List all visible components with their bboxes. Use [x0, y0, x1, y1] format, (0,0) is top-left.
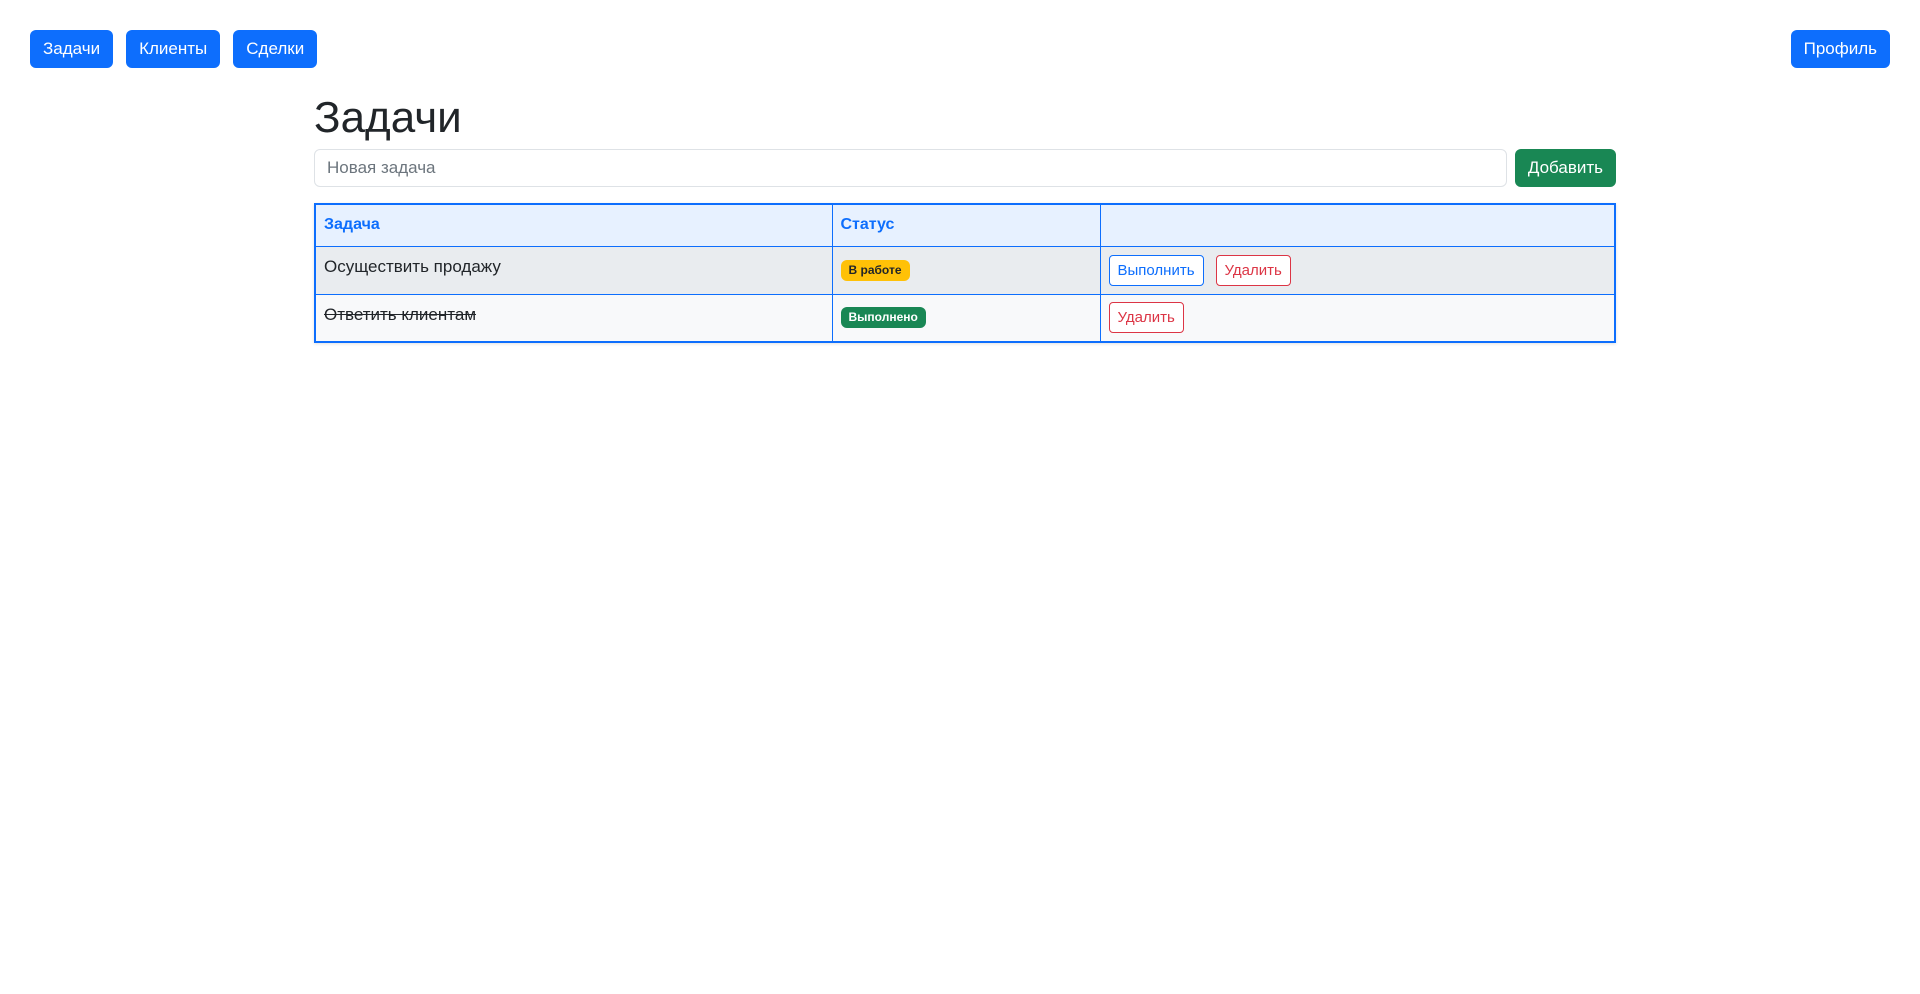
page-title: Задачи: [314, 93, 462, 142]
status-badge: В работе: [840, 259, 910, 281]
add-task-form: Добавить: [314, 149, 1616, 187]
profile-button[interactable]: Профиль: [1790, 30, 1890, 68]
actions-cell: Удалить: [1099, 293, 1616, 343]
status-cell: Выполнено: [831, 293, 1101, 343]
task-cell: Осуществить продажу: [314, 245, 833, 295]
actions-cell: Выполнить Удалить: [1099, 245, 1616, 295]
complete-task-button[interactable]: Выполнить: [1108, 254, 1204, 286]
nav-right: Профиль: [1790, 30, 1890, 68]
task-cell: Ответить клиентам: [314, 293, 833, 343]
table-header-row: Задача Статус: [314, 203, 1616, 247]
nav-clients-button[interactable]: Клиенты: [126, 30, 221, 68]
header-task[interactable]: Задача: [314, 203, 833, 247]
status-cell: В работе: [831, 245, 1101, 295]
nav-tasks-button[interactable]: Задачи: [30, 30, 114, 68]
new-task-input[interactable]: [314, 149, 1507, 187]
table-row: Осуществить продажу В работе Выполнить У…: [314, 245, 1616, 295]
nav-deals-button[interactable]: Сделки: [233, 30, 318, 68]
status-badge: Выполнено: [840, 307, 926, 329]
nav-left: Задачи Клиенты Сделки: [30, 30, 318, 68]
add-task-button[interactable]: Добавить: [1514, 149, 1616, 187]
main-content: Задачи Добавить Задача Статус Осуществит…: [314, 88, 1616, 343]
task-title: Осуществить продажу: [324, 257, 501, 276]
tasks-table: Задача Статус Осуществить продажу В рабо…: [314, 203, 1616, 343]
top-nav: Задачи Клиенты Сделки Профиль: [30, 30, 1890, 68]
delete-task-button[interactable]: Удалить: [1215, 254, 1291, 286]
header-actions: [1099, 203, 1616, 247]
task-title: Ответить клиентам: [324, 304, 477, 324]
row-actions: Выполнить Удалить: [1108, 254, 1607, 286]
delete-task-button[interactable]: Удалить: [1108, 302, 1184, 334]
row-actions: Удалить: [1108, 302, 1607, 334]
header-status[interactable]: Статус: [831, 203, 1101, 247]
table-row: Ответить клиентам Выполнено Удалить: [314, 293, 1616, 343]
